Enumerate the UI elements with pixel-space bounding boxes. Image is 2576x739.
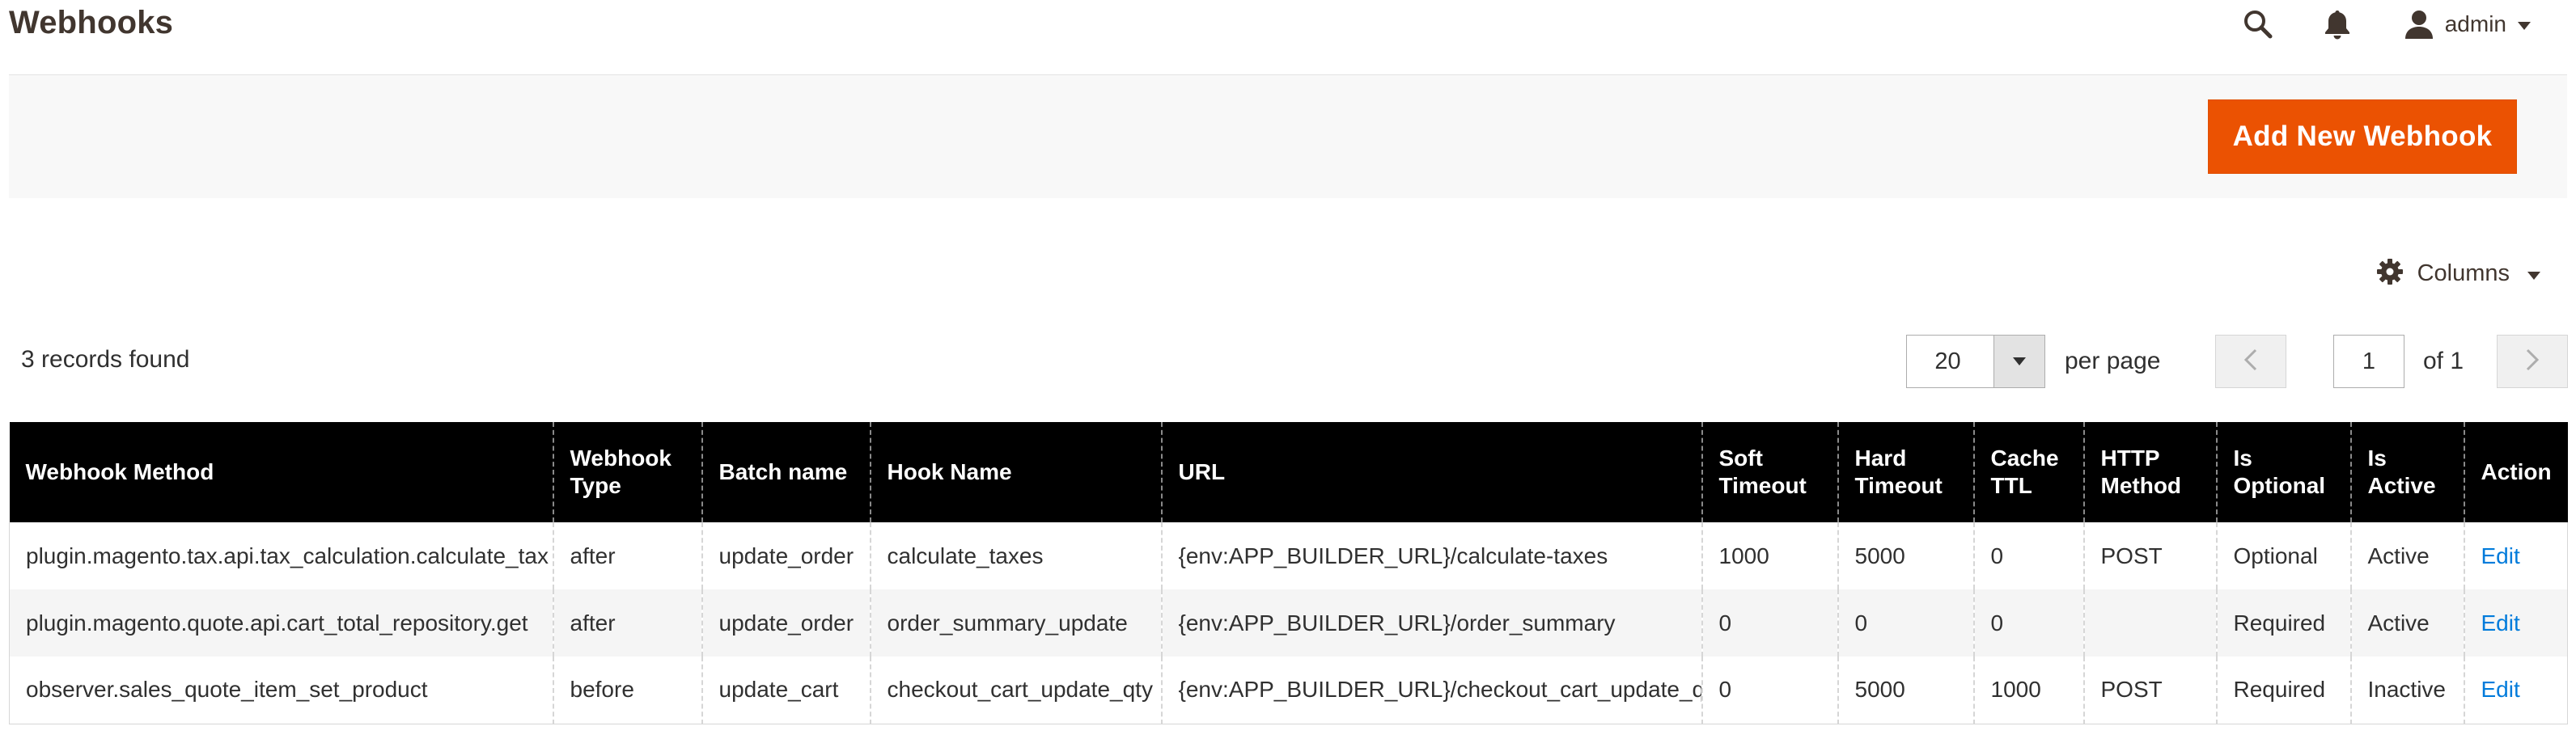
chevron-down-icon bbox=[2518, 22, 2531, 30]
cell-hard-timeout: 5000 bbox=[1837, 657, 1974, 724]
cell-action: Edit bbox=[2463, 589, 2568, 657]
header-batch-name[interactable]: Batch name bbox=[701, 422, 871, 522]
cell-action: Edit bbox=[2463, 522, 2568, 589]
cell-webhook-method: plugin.magento.quote.api.cart_total_repo… bbox=[9, 589, 553, 657]
webhooks-grid: Webhook Method Webhook Type Batch name H… bbox=[9, 422, 2568, 724]
per-page-select[interactable]: 20 bbox=[1906, 335, 2045, 388]
page-actions-bar: Add New Webhook bbox=[9, 74, 2567, 198]
cell-soft-timeout: 0 bbox=[1701, 657, 1838, 724]
header-cache-ttl[interactable]: Cache TTL bbox=[1972, 422, 2084, 522]
add-new-webhook-button[interactable]: Add New Webhook bbox=[2208, 99, 2517, 174]
cell-is-active: Active bbox=[2349, 522, 2464, 589]
next-page-button[interactable] bbox=[2497, 335, 2568, 388]
header-actions: admin bbox=[2243, 5, 2531, 44]
edit-link[interactable]: Edit bbox=[2481, 610, 2520, 636]
cell-batch-name: update_order bbox=[701, 522, 871, 589]
chevron-right-icon bbox=[2525, 348, 2540, 375]
cell-hard-timeout: 5000 bbox=[1837, 522, 1974, 589]
header-webhook-method[interactable]: Webhook Method bbox=[9, 422, 553, 522]
cell-soft-timeout: 0 bbox=[1701, 589, 1838, 657]
page-total: of 1 bbox=[2423, 348, 2464, 374]
cell-is-optional: Required bbox=[2215, 589, 2351, 657]
cell-batch-name: update_cart bbox=[701, 657, 871, 724]
cell-url: {env:APP_BUILDER_URL}/calculate-taxes bbox=[1160, 522, 1702, 589]
cell-webhook-type: before bbox=[552, 657, 702, 724]
cell-is-optional: Required bbox=[2215, 657, 2351, 724]
cell-webhook-type: after bbox=[552, 522, 702, 589]
chevron-left-icon bbox=[2243, 348, 2258, 375]
search-icon[interactable] bbox=[2243, 9, 2273, 40]
header-hard-timeout[interactable]: Hard Timeout bbox=[1837, 422, 1974, 522]
header-action: Action bbox=[2463, 422, 2568, 522]
table-row[interactable]: plugin.magento.quote.api.cart_total_repo… bbox=[9, 589, 2568, 657]
columns-dropdown[interactable]: Columns bbox=[2376, 259, 2540, 289]
cell-is-active: Inactive bbox=[2349, 657, 2464, 724]
cell-hook-name: calculate_taxes bbox=[869, 522, 1162, 589]
edit-link[interactable]: Edit bbox=[2481, 543, 2520, 568]
cell-webhook-method: plugin.magento.tax.api.tax_calculation.c… bbox=[9, 522, 553, 589]
cell-action: Edit bbox=[2463, 657, 2568, 724]
header-webhook-type[interactable]: Webhook Type bbox=[552, 422, 702, 522]
cell-soft-timeout: 1000 bbox=[1701, 522, 1838, 589]
cell-is-optional: Optional bbox=[2215, 522, 2351, 589]
page-number-input[interactable] bbox=[2333, 335, 2404, 388]
per-page-toggle[interactable] bbox=[1993, 336, 2044, 387]
header-url[interactable]: URL bbox=[1160, 422, 1702, 522]
user-menu[interactable]: admin bbox=[2404, 9, 2531, 40]
cell-webhook-method: observer.sales_quote_item_set_product bbox=[9, 657, 553, 724]
cell-http-method: POST bbox=[2082, 657, 2217, 724]
records-found: 3 records found bbox=[21, 346, 190, 373]
cell-http-method: POST bbox=[2082, 522, 2217, 589]
page-title: Webhooks bbox=[9, 5, 174, 40]
columns-label: Columns bbox=[2417, 260, 2510, 286]
cell-is-active: Active bbox=[2349, 589, 2464, 657]
chevron-down-icon bbox=[2013, 357, 2026, 365]
edit-link[interactable]: Edit bbox=[2481, 677, 2520, 702]
header-http-method[interactable]: HTTP Method bbox=[2082, 422, 2217, 522]
bell-icon[interactable] bbox=[2324, 8, 2351, 40]
chevron-down-icon bbox=[2527, 271, 2540, 280]
cell-hook-name: order_summary_update bbox=[869, 589, 1162, 657]
per-page-label: per page bbox=[2065, 348, 2161, 374]
grid-header-row: Webhook Method Webhook Type Batch name H… bbox=[9, 422, 2568, 522]
user-name: admin bbox=[2444, 11, 2506, 36]
header-soft-timeout[interactable]: Soft Timeout bbox=[1701, 422, 1838, 522]
cell-url: {env:APP_BUILDER_URL}/order_summary bbox=[1160, 589, 1702, 657]
cell-webhook-type: after bbox=[552, 589, 702, 657]
header-hook-name[interactable]: Hook Name bbox=[869, 422, 1162, 522]
cell-url: {env:APP_BUILDER_URL}/checkout_cart_upda… bbox=[1160, 657, 1702, 724]
gear-icon bbox=[2376, 259, 2403, 289]
cell-hook-name: checkout_cart_update_qty bbox=[869, 657, 1162, 724]
header-is-active[interactable]: Is Active bbox=[2349, 422, 2464, 522]
table-row[interactable]: plugin.magento.tax.api.tax_calculation.c… bbox=[9, 522, 2568, 589]
header-is-optional[interactable]: Is Optional bbox=[2215, 422, 2351, 522]
per-page-value: 20 bbox=[1934, 348, 1961, 374]
cell-cache-ttl: 1000 bbox=[1972, 657, 2084, 724]
cell-cache-ttl: 0 bbox=[1972, 522, 2084, 589]
previous-page-button[interactable] bbox=[2215, 335, 2286, 388]
table-row[interactable]: observer.sales_quote_item_set_product be… bbox=[9, 657, 2568, 724]
cell-cache-ttl: 0 bbox=[1972, 589, 2084, 657]
cell-hard-timeout: 0 bbox=[1837, 589, 1974, 657]
cell-http-method bbox=[2082, 589, 2217, 657]
cell-batch-name: update_order bbox=[701, 589, 871, 657]
user-icon bbox=[2404, 9, 2434, 40]
